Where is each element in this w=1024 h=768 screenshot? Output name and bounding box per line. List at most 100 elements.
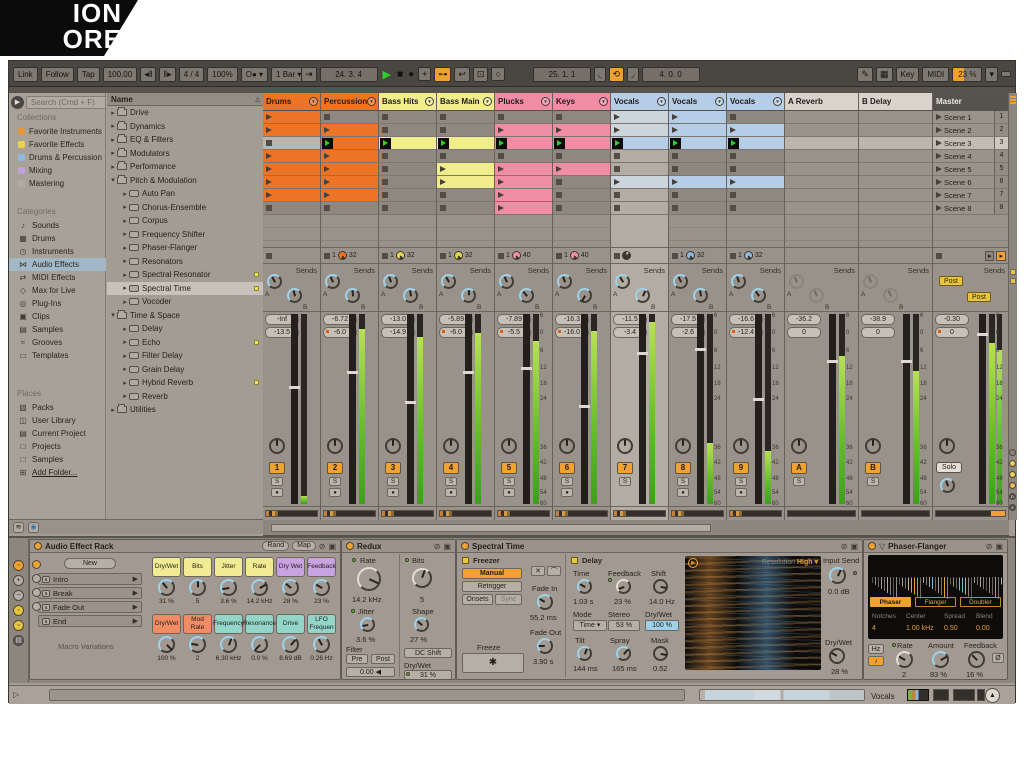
arm-button[interactable]: ● bbox=[677, 488, 689, 497]
expand-arrow-icon[interactable]: ▸ bbox=[121, 352, 129, 360]
track-header[interactable]: Vocals▾ bbox=[727, 93, 784, 111]
send-a-knob[interactable] bbox=[615, 274, 630, 289]
clip-slot[interactable] bbox=[437, 163, 494, 176]
volume-fader[interactable] bbox=[697, 314, 704, 504]
solo-button[interactable]: S bbox=[735, 477, 747, 486]
arm-button[interactable]: ● bbox=[503, 488, 515, 497]
track-stop-all-button[interactable] bbox=[614, 253, 620, 259]
fader-handle[interactable] bbox=[579, 405, 590, 408]
tab-phaser[interactable]: Phaser bbox=[870, 597, 911, 607]
clip-slot[interactable] bbox=[263, 137, 320, 150]
clip-slot[interactable] bbox=[379, 163, 436, 176]
rack-chain-button-2[interactable] bbox=[32, 588, 41, 597]
clip-slot[interactable] bbox=[437, 124, 494, 137]
clip-slot[interactable] bbox=[495, 111, 552, 124]
clip-play-icon[interactable] bbox=[440, 166, 446, 172]
track-header[interactable]: Vocals▾ bbox=[669, 93, 726, 111]
arm-button[interactable]: ● bbox=[387, 488, 399, 497]
clip-slot[interactable] bbox=[669, 176, 726, 189]
track-activator-button[interactable]: 2 bbox=[327, 462, 343, 474]
rack-chain-button-3[interactable] bbox=[32, 602, 41, 611]
expand-arrow-icon[interactable]: ▸ bbox=[121, 203, 129, 211]
playing-clip-icon[interactable] bbox=[380, 138, 391, 149]
arm-button[interactable]: ● bbox=[445, 488, 457, 497]
arm-button[interactable]: ● bbox=[271, 488, 283, 497]
scene-row-7[interactable]: Scene 77 bbox=[933, 189, 1008, 202]
fader-handle[interactable] bbox=[637, 352, 648, 355]
pan-knob[interactable] bbox=[791, 438, 807, 454]
device-thumbnail-2[interactable] bbox=[953, 689, 975, 701]
macro-knob[interactable] bbox=[313, 636, 330, 653]
clip-stop-button[interactable] bbox=[498, 114, 504, 120]
crossfade-strip[interactable] bbox=[613, 510, 666, 517]
stop-button[interactable]: ■ bbox=[396, 69, 404, 80]
clip-play-icon[interactable] bbox=[266, 114, 272, 120]
play-button[interactable]: ▶ bbox=[381, 68, 393, 81]
view-toggle-M[interactable]: M bbox=[1009, 482, 1016, 489]
key-map-button[interactable]: Key bbox=[896, 67, 920, 82]
clip-slot[interactable] bbox=[321, 202, 378, 215]
shape-knob[interactable] bbox=[414, 617, 429, 632]
variation-lock-icon[interactable]: a bbox=[42, 590, 50, 597]
volume-fader[interactable] bbox=[581, 314, 588, 504]
volume-fader[interactable] bbox=[903, 314, 910, 504]
rack-side-button-5[interactable]: ▤ bbox=[13, 635, 24, 646]
clip-slot[interactable] bbox=[553, 111, 610, 124]
preview-play-icon[interactable]: ▷ bbox=[13, 690, 27, 701]
library-item-delay[interactable]: ▸Delay bbox=[107, 322, 263, 335]
dc-shift-button[interactable]: DC Shift bbox=[404, 648, 452, 658]
clip-stop-button[interactable] bbox=[556, 192, 562, 198]
track-menu-icon[interactable]: ▾ bbox=[715, 97, 724, 106]
clip-play-icon[interactable] bbox=[440, 179, 446, 185]
sidebar-item-mixing[interactable]: Mixing bbox=[9, 164, 106, 177]
crossfade-strip[interactable] bbox=[323, 510, 376, 517]
freezer-checkbox[interactable] bbox=[462, 557, 469, 564]
track-header[interactable]: Bass Main▾ bbox=[437, 93, 494, 111]
library-item-vocoder[interactable]: ▸Vocoder bbox=[107, 295, 263, 308]
rand-button[interactable]: Rand bbox=[262, 541, 289, 551]
clip-slot[interactable] bbox=[727, 176, 784, 189]
peak-level-field[interactable]: -38.9 bbox=[861, 314, 895, 325]
pan-knob[interactable] bbox=[733, 438, 749, 454]
track-activator-button[interactable]: B bbox=[865, 462, 881, 474]
expand-arrow-icon[interactable]: ▸ bbox=[121, 379, 129, 387]
clip-slot[interactable] bbox=[379, 202, 436, 215]
fader-handle[interactable] bbox=[289, 386, 300, 389]
show-hide-panel-button[interactable]: ▲ bbox=[985, 688, 1000, 703]
sidebar-item-add-folder-[interactable]: ⊞Add Folder... bbox=[9, 466, 106, 479]
library-item-spectral-resonator[interactable]: ▸Spectral Resonator bbox=[107, 268, 263, 281]
library-item-performance[interactable]: ▸Performance bbox=[107, 160, 263, 173]
sidebar-item-favorite-instruments[interactable]: Favorite Instruments bbox=[9, 125, 106, 138]
library-item-echo[interactable]: ▸Echo bbox=[107, 336, 263, 349]
tab-flanger[interactable]: Flanger bbox=[915, 597, 956, 607]
send-a-knob[interactable] bbox=[673, 274, 688, 289]
post-toggle-a[interactable]: Post bbox=[939, 276, 963, 286]
scene-number[interactable]: 7 bbox=[994, 189, 1008, 201]
clip-slot[interactable] bbox=[379, 176, 436, 189]
scene-row-3[interactable]: Scene 33 bbox=[933, 137, 1008, 150]
expand-arrow-icon[interactable]: ▸ bbox=[121, 217, 129, 225]
sidebar-item-drums-percussion[interactable]: Drums & Percussion bbox=[9, 151, 106, 164]
solo-button[interactable]: S bbox=[677, 477, 689, 486]
clip-stop-button[interactable] bbox=[324, 205, 330, 211]
scene-row-8[interactable]: Scene 88 bbox=[933, 202, 1008, 215]
pan-knob[interactable] bbox=[865, 438, 881, 454]
clip-slot[interactable] bbox=[321, 137, 378, 150]
clip-stop-button[interactable] bbox=[556, 114, 562, 120]
nudge-down-button[interactable]: ◂‖ bbox=[140, 67, 156, 82]
track-activator-button[interactable]: 7 bbox=[617, 462, 633, 474]
volume-fader[interactable] bbox=[407, 314, 414, 504]
fader-handle[interactable] bbox=[695, 348, 706, 351]
send-a-knob[interactable] bbox=[863, 274, 878, 289]
clip-play-icon[interactable] bbox=[672, 127, 678, 133]
hz-mode-button[interactable]: Hz bbox=[868, 644, 884, 654]
solo-button[interactable]: S bbox=[271, 477, 283, 486]
sidebar-item-samples[interactable]: □Samples bbox=[9, 453, 106, 466]
send-a-knob[interactable] bbox=[557, 274, 572, 289]
clip-slot[interactable] bbox=[611, 163, 668, 176]
expand-arrow-icon[interactable]: ▸ bbox=[121, 284, 129, 292]
solo-button[interactable]: S bbox=[793, 477, 805, 486]
sidebar-item-current-project[interactable]: ▤Current Project bbox=[9, 427, 106, 440]
jitter-knob[interactable] bbox=[360, 617, 375, 632]
clip-play-icon[interactable] bbox=[266, 127, 272, 133]
